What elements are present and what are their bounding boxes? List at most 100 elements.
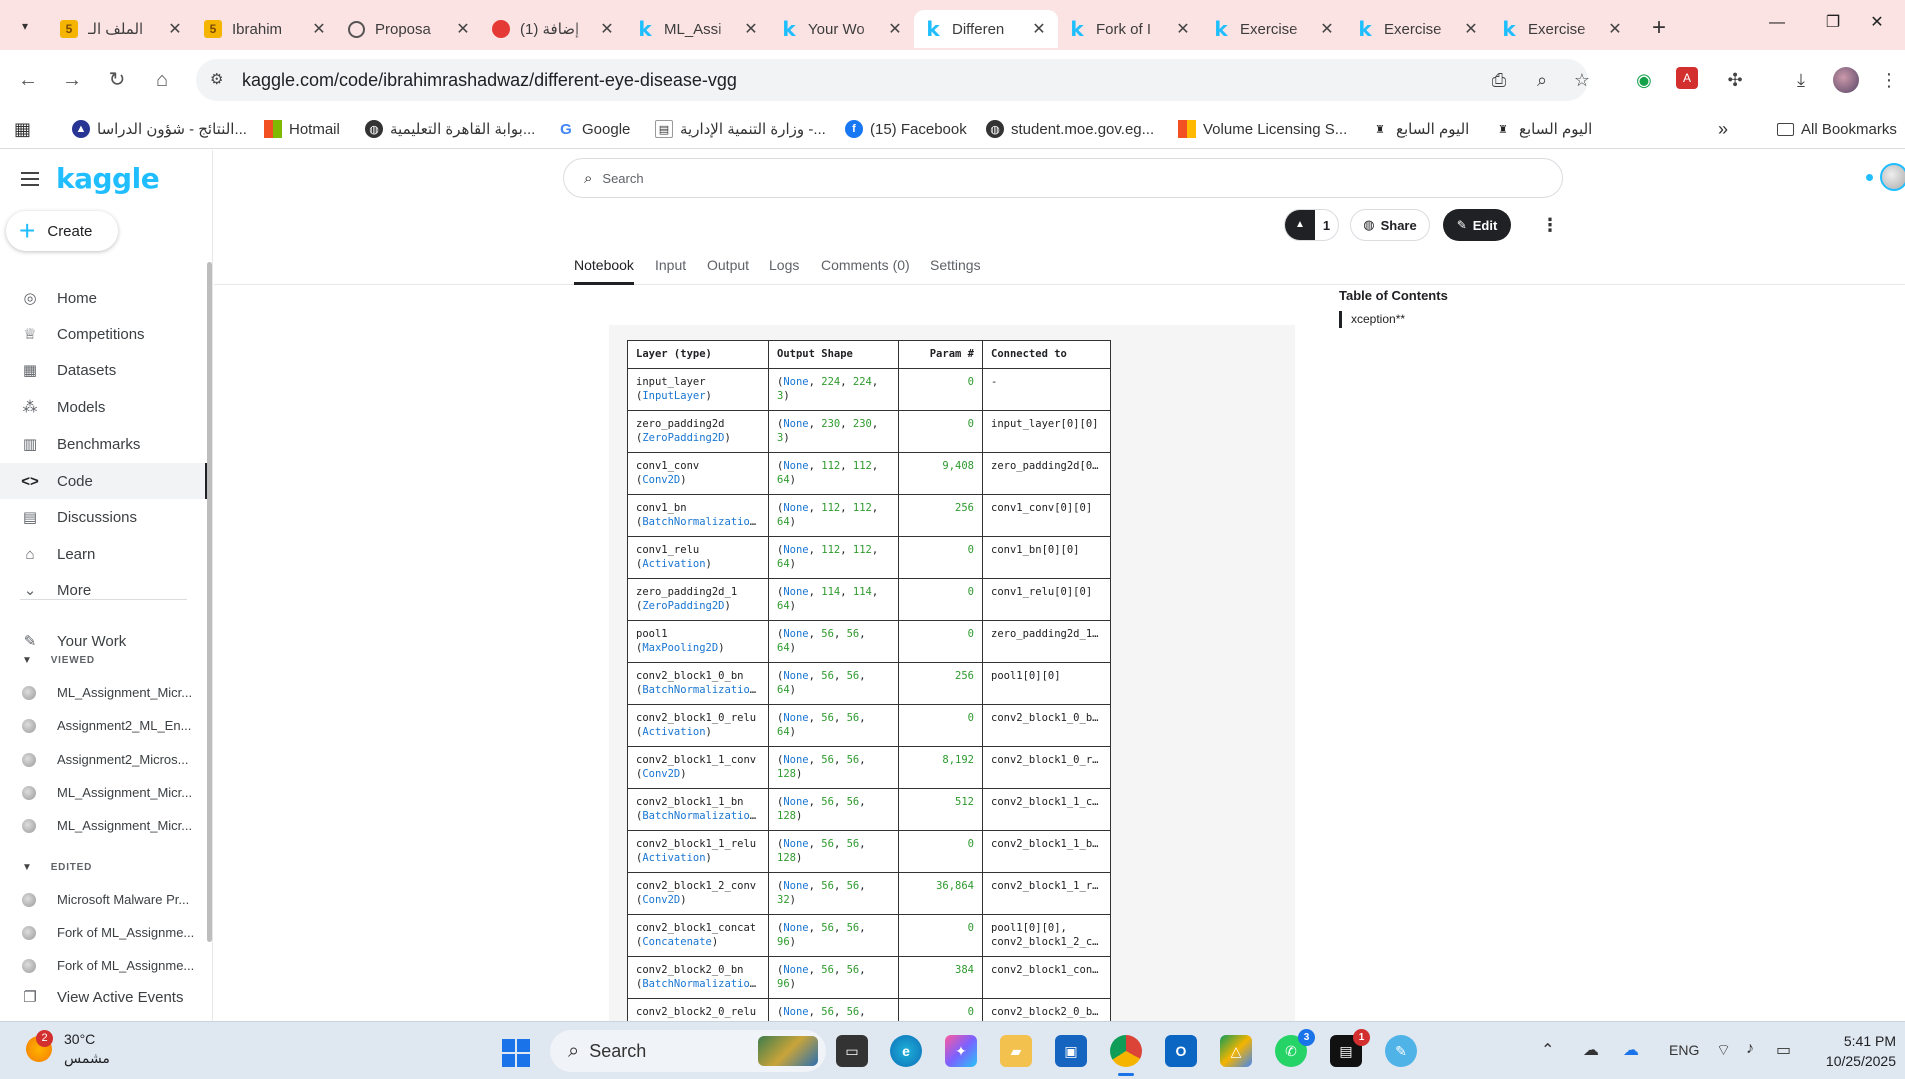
bookmark-item[interactable]: ◍ student.moe.gov.eg... (986, 118, 1154, 140)
browser-tab[interactable]: k Differen ✕ (914, 10, 1058, 48)
more-options-icon[interactable]: ⋮ (1540, 214, 1560, 238)
chrome-icon[interactable] (1110, 1035, 1142, 1076)
back-arrow-icon[interactable]: ← (13, 65, 43, 95)
file-explorer-icon[interactable]: ▰ (1000, 1035, 1032, 1067)
tab-output[interactable]: Output (707, 257, 749, 285)
recent-viewed-item[interactable]: Assignment2_Micros... (22, 752, 192, 767)
nav-more[interactable]: ⌄ More (0, 572, 208, 608)
browser-tab[interactable]: 5 Ibrahim ✕ (194, 10, 338, 48)
zoom-icon[interactable]: ⌕ (1531, 69, 1553, 91)
tab-settings[interactable]: Settings (930, 257, 981, 285)
close-tab-icon[interactable]: ✕ (1606, 19, 1624, 39)
bookmark-item[interactable]: ♜ اليوم السابع (1371, 118, 1469, 140)
python-idle-icon[interactable]: ✎ (1385, 1035, 1417, 1067)
close-tab-icon[interactable]: ✕ (1318, 19, 1336, 39)
nav-home[interactable]: ◎ Home (0, 280, 208, 316)
recent-viewed-item[interactable]: ML_Assignment_Micr... (22, 818, 192, 833)
forward-arrow-icon[interactable]: → (57, 65, 87, 95)
close-tab-icon[interactable]: ✕ (310, 19, 328, 39)
windows-start-icon[interactable] (502, 1039, 530, 1067)
close-tab-icon[interactable]: ✕ (1174, 19, 1192, 39)
weather-widget[interactable]: 2 30°C مشمس (26, 1030, 110, 1068)
close-tab-icon[interactable]: ✕ (166, 19, 184, 39)
system-clock[interactable]: 5:41 PM 10/25/2025 (1816, 1031, 1896, 1071)
tab-search-chevron-icon[interactable]: ▾ (12, 13, 38, 39)
store-icon[interactable]: ▣ (1055, 1035, 1087, 1067)
tab-logs[interactable]: Logs (769, 257, 799, 285)
more-bookmarks-chevron-icon[interactable]: » (1718, 118, 1728, 140)
toc-item[interactable]: xception** (1339, 311, 1405, 328)
kaggle-logo[interactable]: kaggle (56, 162, 160, 195)
tab-input[interactable]: Input (655, 257, 686, 285)
bookmark-item[interactable]: G Google (557, 118, 630, 140)
language-indicator[interactable]: ENG (1669, 1042, 1699, 1058)
sidebar-scrollbar[interactable] (207, 262, 212, 942)
recent-viewed-item[interactable]: ML_Assignment_Micr... (22, 685, 192, 700)
onedrive-icon[interactable]: ☁ (1623, 1040, 1639, 1060)
nav-models[interactable]: ⁂ Models (0, 389, 208, 425)
bookmark-item[interactable]: Hotmail (264, 118, 340, 140)
recent-edited-item[interactable]: Fork of ML_Assignme... (22, 925, 194, 940)
home-icon[interactable]: ⌂ (147, 65, 177, 95)
wifi-icon[interactable]: ⌔ (1716, 1040, 1731, 1060)
browser-tab[interactable]: k Exercise ✕ (1202, 10, 1346, 48)
apps-grid-icon[interactable]: ▦ (14, 118, 31, 140)
tab-comments[interactable]: Comments (0) (821, 257, 910, 285)
edited-section-header[interactable]: ▼ EDITED (22, 862, 92, 873)
edge-icon[interactable]: e (890, 1035, 922, 1067)
recent-viewed-item[interactable]: ML_Assignment_Micr... (22, 785, 192, 800)
view-active-events[interactable]: ❐ View Active Events (0, 979, 208, 1015)
recent-edited-item[interactable]: Microsoft Malware Pr... (22, 892, 192, 907)
upvote-button[interactable]: ▲ 1 (1284, 209, 1339, 241)
bookmark-item[interactable]: ◍ بوابة القاهرة التعليمية... (365, 118, 535, 140)
battery-icon[interactable]: ▭ (1776, 1040, 1791, 1060)
extensions-puzzle-icon[interactable]: ✣ (1722, 67, 1748, 93)
close-tab-icon[interactable]: ✕ (886, 19, 904, 39)
outlook-icon[interactable]: O (1165, 1035, 1197, 1067)
recent-edited-item[interactable]: Fork of ML_Assignme... (22, 958, 194, 973)
browser-menu-icon[interactable]: ⋮ (1880, 67, 1898, 93)
nav-competitions[interactable]: ♕ Competitions (0, 316, 208, 352)
grammarly-icon[interactable]: ◉ (1631, 67, 1657, 93)
chevron-up-icon[interactable]: ⌃ (1541, 1040, 1554, 1060)
all-bookmarks[interactable]: All Bookmarks (1777, 118, 1897, 140)
create-button[interactable]: + Create (6, 211, 118, 251)
browser-tab[interactable]: (1) إضافة ✕ (482, 10, 626, 48)
onedrive-gray-icon[interactable]: ☁ (1583, 1040, 1599, 1060)
close-tab-icon[interactable]: ✕ (598, 19, 616, 39)
new-tab-button[interactable]: + (1644, 14, 1674, 44)
copilot-icon[interactable]: ✦ (945, 1035, 977, 1067)
browser-tab[interactable]: k Exercise ✕ (1346, 10, 1490, 48)
close-tab-icon[interactable]: ✕ (1030, 19, 1048, 39)
address-bar[interactable]: ⚙ kaggle.com/code/ibrahimrashadwaz/diffe… (196, 59, 1590, 101)
nav-benchmarks[interactable]: ▥ Benchmarks (0, 426, 208, 462)
bookmark-item[interactable]: f (15) Facebook (845, 118, 967, 140)
browser-tab[interactable]: k Your Wo ✕ (770, 10, 914, 48)
nav-datasets[interactable]: ▦ Datasets (0, 352, 208, 388)
whatsapp-icon[interactable]: ✆ 3 (1275, 1029, 1315, 1067)
volume-icon[interactable]: ♪ (1746, 1040, 1754, 1058)
nav-discussions[interactable]: ▤ Discussions (0, 499, 208, 535)
reload-icon[interactable]: ↻ (102, 65, 132, 95)
install-app-icon[interactable]: ⎙ (1488, 69, 1510, 91)
download-icon[interactable]: ⤓ (1788, 67, 1814, 93)
recent-viewed-item[interactable]: Assignment2_ML_En... (22, 718, 192, 733)
profile-avatar[interactable] (1833, 67, 1859, 93)
close-tab-icon[interactable]: ✕ (1462, 19, 1480, 39)
pdf-extension-icon[interactable]: A (1676, 67, 1698, 89)
user-avatar[interactable] (1880, 163, 1905, 191)
nav-code[interactable]: <> Code (0, 463, 208, 499)
nav-your-work[interactable]: ✎ Your Work (0, 623, 208, 659)
close-window-button[interactable]: ✕ (1849, 8, 1905, 38)
site-info-icon[interactable]: ⚙ (210, 70, 230, 90)
bookmark-item[interactable]: ▤ وزارة التنمية الإدارية -... (655, 118, 826, 140)
google-drive-icon[interactable]: △ (1220, 1035, 1252, 1067)
url-text[interactable]: kaggle.com/code/ibrahimrashadwaz/differe… (242, 70, 737, 91)
hamburger-menu-icon[interactable] (21, 172, 39, 186)
tab-notebook[interactable]: Notebook (574, 257, 634, 285)
edit-button[interactable]: ✎ Edit (1443, 209, 1511, 241)
task-view-icon[interactable]: ▭ (836, 1035, 868, 1067)
app-icon[interactable]: ▤ 1 (1330, 1029, 1370, 1067)
bookmark-item[interactable]: Volume Licensing S... (1178, 118, 1347, 140)
browser-tab[interactable]: k ML_Assi ✕ (626, 10, 770, 48)
